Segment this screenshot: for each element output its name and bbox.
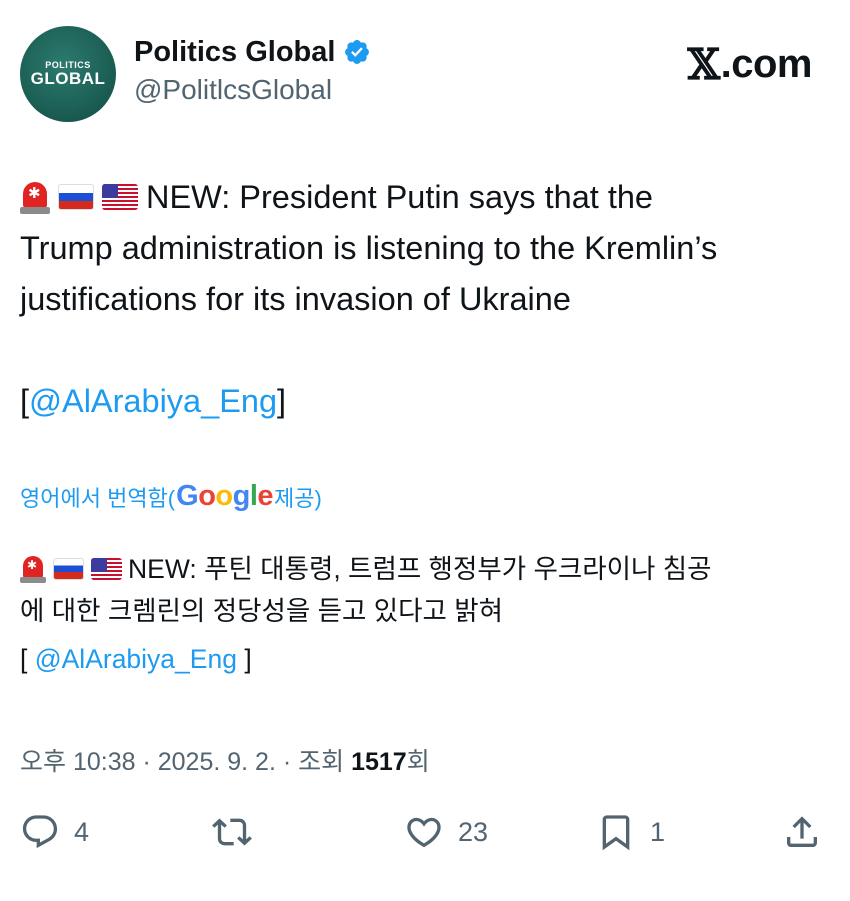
display-name-row[interactable]: Politics Global [134, 34, 371, 70]
bookmark-button[interactable]: 1 [596, 812, 665, 852]
views-count: 1517 [351, 748, 407, 776]
x-com-watermark: 𝕏 .com [687, 40, 813, 89]
reply-icon [22, 815, 58, 849]
tweet-text: NEW: President Putin says that the Trump… [20, 172, 830, 427]
tweet-header: POLITICS GLOBAL Politics Global @Politlc… [20, 26, 830, 126]
display-name[interactable]: Politics Global [134, 34, 335, 70]
translated-line-2: 에 대한 크렘린의 정당성을 듣고 있다고 밝혀 [20, 596, 504, 626]
translation-prefix: 영어에서 번역함( [20, 485, 176, 511]
translated-line-1: NEW: 푸틴 대통령, 트럼프 행정부가 우크라이나 침공 [128, 554, 712, 584]
source-bracket-close: ] [277, 383, 287, 419]
google-letter: g [232, 480, 251, 512]
rotating-light-icon [20, 180, 50, 214]
reply-count: 4 [74, 816, 90, 847]
repost-icon [212, 818, 252, 846]
russia-flag-icon [53, 557, 84, 580]
translated-bracket-close: ] [236, 644, 252, 674]
usa-flag-icon [102, 184, 138, 210]
tweet-line-1: NEW: President Putin says that the [20, 172, 830, 223]
meta-separator: · [135, 748, 158, 776]
like-count: 23 [458, 816, 489, 847]
account-handle[interactable]: @PolitlcsGlobal [134, 72, 371, 108]
verified-badge-icon [345, 40, 370, 64]
x-domain-text: .com [720, 42, 813, 86]
google-letter: o [215, 480, 233, 512]
tweet-metadata: 오후 10:38 · 2025. 9. 2. · 조회 1517회 [20, 742, 430, 778]
share-button[interactable] [782, 812, 822, 852]
translated-source: [ @AlArabiya_Eng ] [20, 638, 830, 680]
translation-attribution[interactable]: 영어에서 번역함( Google 제공) [20, 480, 322, 513]
google-letter: o [198, 480, 216, 512]
translated-text: NEW: 푸틴 대통령, 트럼프 행정부가 우크라이나 침공 에 대한 크렘린의… [20, 548, 830, 680]
meta-separator: · [275, 748, 299, 776]
usa-flag-icon [91, 557, 122, 580]
translated-bracket-open: [ [20, 644, 35, 674]
x-logo-icon: 𝕏 [687, 40, 721, 89]
account-names: Politics Global @PolitlcsGlobal [134, 34, 371, 108]
repost-button[interactable] [212, 812, 266, 852]
tweet-text-line-3: justifications for its invasion of Ukrai… [20, 281, 571, 317]
emoji-group [20, 180, 138, 214]
heart-icon [407, 817, 441, 848]
tweet-time[interactable]: 오후 10:38 [20, 748, 136, 776]
action-bar: 4 23 1 [20, 812, 830, 862]
translated-line-1-row: NEW: 푸틴 대통령, 트럼프 행정부가 우크라이나 침공 [20, 548, 830, 590]
tweet-text-line-1: NEW: President Putin says that the [146, 179, 654, 215]
russia-flag-icon [58, 184, 94, 210]
emoji-group [20, 554, 122, 583]
bookmark-icon [602, 815, 630, 851]
rotating-light-icon [20, 554, 46, 583]
source-mention-link[interactable]: @AlArabiya_Eng [29, 383, 277, 419]
views-suffix: 회 [406, 748, 430, 776]
translated-mention-link[interactable]: @AlArabiya_Eng [35, 644, 237, 674]
like-button[interactable]: 23 [404, 812, 488, 852]
tweet-source: [@AlArabiya_Eng] [20, 376, 830, 427]
views-label: 조회 [298, 748, 352, 776]
google-letter: e [257, 480, 274, 512]
tweet-text-line-2: Trump administration is listening to the… [20, 230, 718, 266]
avatar[interactable]: POLITICS GLOBAL [20, 26, 116, 122]
google-logo: Google [176, 480, 273, 513]
reply-button[interactable]: 4 [20, 812, 89, 852]
bookmark-count: 1 [650, 816, 666, 847]
tweet-date[interactable]: 2025. 9. 2. [158, 748, 276, 776]
source-bracket-open: [ [20, 383, 30, 419]
avatar-text-big: GLOBAL [30, 69, 106, 88]
translation-suffix: 제공) [274, 485, 322, 511]
google-letter: G [176, 480, 199, 512]
share-icon [787, 816, 817, 847]
